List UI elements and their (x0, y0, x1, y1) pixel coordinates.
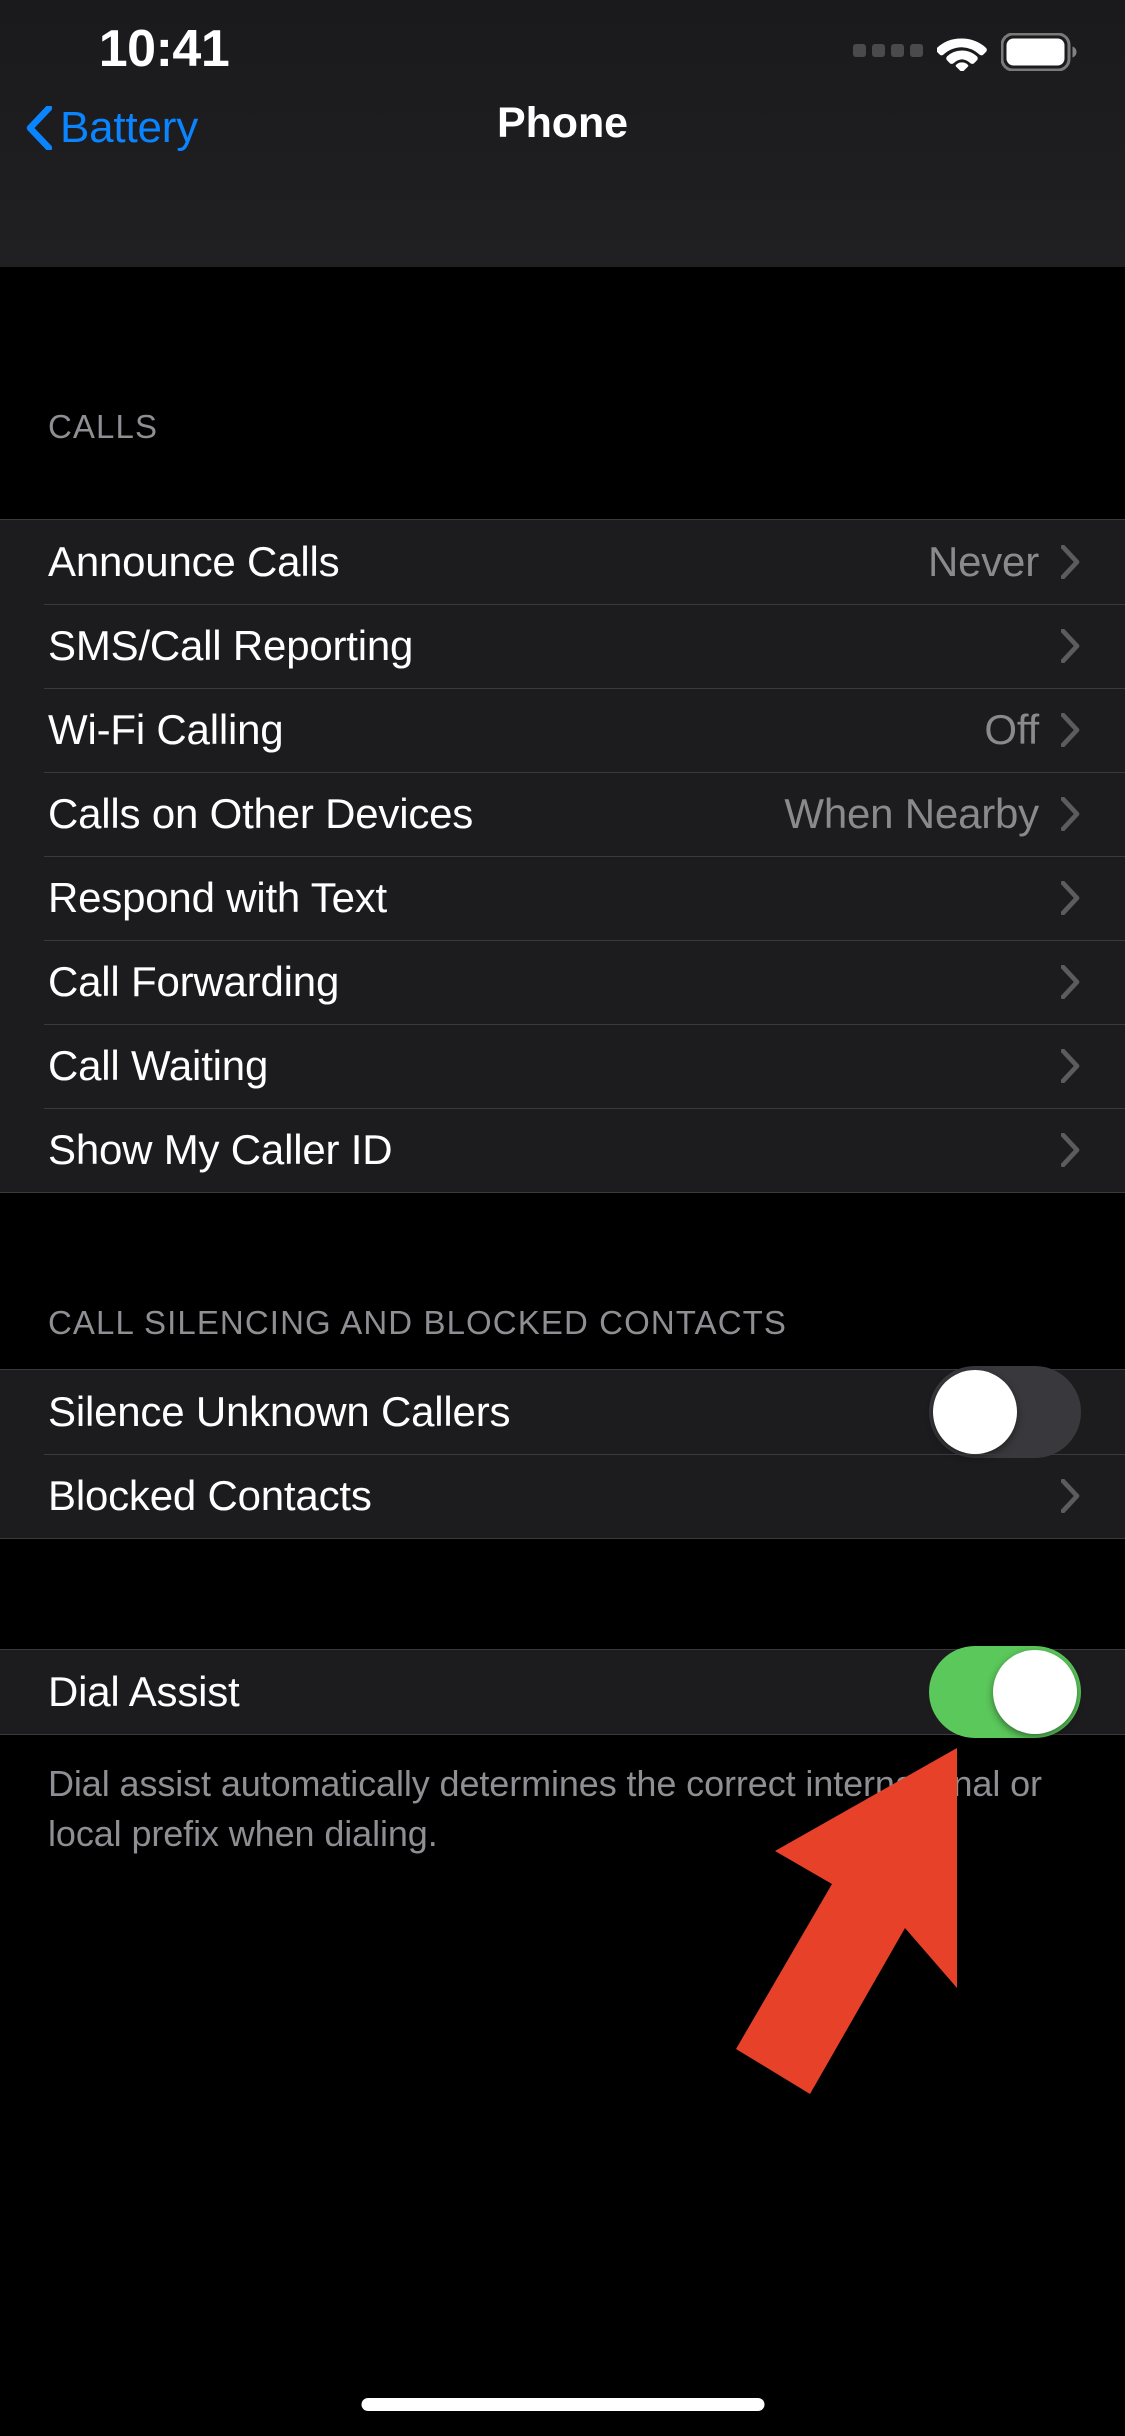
row-label: Dial Assist (48, 1668, 240, 1715)
status-bar-indicators (853, 30, 1077, 74)
iphone-screen: 10:41 Battery Phone CALLS Announce Calls… (0, 0, 1125, 2436)
row-label: Respond with Text (48, 874, 388, 921)
chevron-right-icon (1061, 545, 1080, 579)
section-top-spacer (0, 267, 1125, 407)
row-label: Silence Unknown Callers (48, 1388, 511, 1435)
row-label: Wi-Fi Calling (48, 706, 284, 753)
row-label: Announce Calls (48, 538, 340, 585)
row-wifi-calling[interactable]: Wi-Fi Calling Off (0, 688, 1125, 772)
dial-assist-footer-text: Dial assist automatically determines the… (48, 1763, 1042, 1854)
row-sms-call-reporting[interactable]: SMS/Call Reporting (0, 604, 1125, 688)
row-dial-assist[interactable]: Dial Assist (0, 1646, 1125, 1738)
row-calls-on-other-devices[interactable]: Calls on Other Devices When Nearby (0, 772, 1125, 856)
row-label: Call Waiting (48, 1042, 269, 1089)
row-label: Calls on Other Devices (48, 790, 474, 837)
status-bar-time: 10:41 (98, 20, 230, 78)
section-header-spacer (0, 1343, 1125, 1369)
chevron-right-icon (1061, 1133, 1080, 1167)
row-label: SMS/Call Reporting (48, 622, 414, 669)
group-dial-assist: Dial Assist (0, 1646, 1125, 1738)
settings-list: CALLS Announce Calls Never SMS/Call Repo… (0, 267, 1125, 2436)
page-title: Phone (497, 99, 628, 147)
battery-full-icon (1001, 33, 1077, 71)
row-value: Never (927, 538, 1039, 585)
toggle-knob (933, 1370, 1017, 1454)
chevron-right-icon (1061, 713, 1080, 747)
row-blocked-contacts[interactable]: Blocked Contacts (0, 1454, 1125, 1538)
row-call-waiting[interactable]: Call Waiting (0, 1024, 1125, 1108)
dial-assist-toggle[interactable] (929, 1646, 1081, 1738)
row-value: When Nearby (784, 790, 1039, 837)
chevron-right-icon (1061, 965, 1080, 999)
row-silence-unknown-callers[interactable]: Silence Unknown Callers (0, 1366, 1125, 1458)
section-header-spacer (0, 447, 1125, 519)
chevron-right-icon (1061, 1479, 1080, 1513)
section-header-call-silencing: CALL SILENCING AND BLOCKED CONTACTS (48, 1304, 787, 1341)
toggle-knob (993, 1650, 1077, 1734)
row-value: Off (984, 706, 1039, 753)
silence-unknown-callers-toggle[interactable] (929, 1366, 1081, 1458)
section-header-calls: CALLS (48, 408, 159, 445)
group-call-silencing: Silence Unknown Callers Blocked Contacts (0, 1366, 1125, 1539)
row-label: Show My Caller ID (48, 1126, 393, 1173)
chevron-right-icon (1061, 797, 1080, 831)
row-announce-calls[interactable]: Announce Calls Never (0, 520, 1125, 604)
row-call-forwarding[interactable]: Call Forwarding (0, 940, 1125, 1024)
chevron-right-icon (1061, 881, 1080, 915)
status-bar: 10:41 (0, 0, 1125, 100)
row-label: Blocked Contacts (48, 1472, 372, 1519)
signal-dots-icon (853, 44, 923, 60)
chevron-right-icon (1061, 1049, 1080, 1083)
row-show-my-caller-id[interactable]: Show My Caller ID (0, 1108, 1125, 1192)
navigation-bar: 10:41 Battery Phone (0, 0, 1125, 267)
row-respond-with-text[interactable]: Respond with Text (0, 856, 1125, 940)
home-indicator[interactable] (361, 2398, 764, 2411)
group-calls: Announce Calls Never SMS/Call Reporting … (0, 519, 1125, 1193)
row-label: Call Forwarding (48, 958, 340, 1005)
chevron-right-icon (1061, 629, 1080, 663)
wifi-icon (937, 38, 987, 71)
